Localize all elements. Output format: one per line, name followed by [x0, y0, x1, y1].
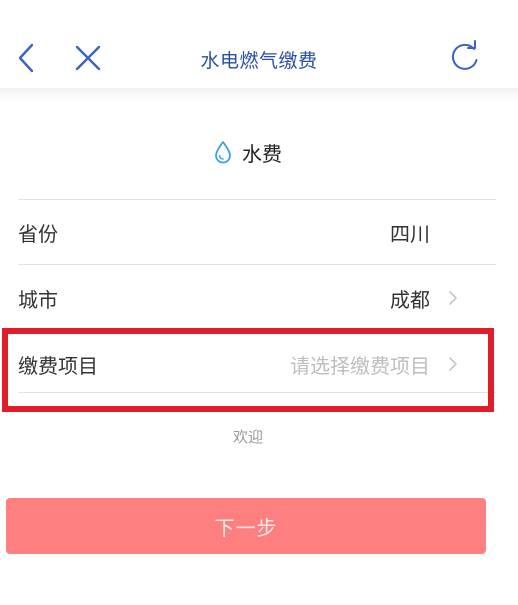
province-label: 省份	[18, 221, 58, 246]
next-button[interactable]: 下一步	[6, 498, 486, 554]
divider	[18, 264, 496, 265]
province-value: 四川	[390, 221, 430, 246]
screen: 水电燃气缴费 水费 省份 四川 城市 成都 缴费项目 请选择缴费项目 欢迎 下一…	[0, 0, 518, 605]
city-value: 成都	[390, 287, 430, 312]
nav-bar: 水电燃气缴费	[0, 0, 518, 92]
bill-form: 水费 省份 四川 城市 成都 缴费项目 请选择缴费项目 欢迎 下一步	[0, 102, 496, 605]
chevron-right-icon	[449, 291, 457, 305]
nav-shadow	[0, 88, 518, 102]
page-title: 水电燃气缴费	[200, 50, 318, 72]
city-row[interactable]: 城市 成都	[0, 266, 496, 330]
bill-type-label: 水费	[242, 141, 282, 166]
water-drop-icon	[215, 141, 231, 164]
welcome-text: 欢迎	[232, 428, 263, 446]
refresh-icon[interactable]	[448, 40, 482, 74]
province-row: 省份 四川	[0, 200, 496, 264]
highlight-box	[2, 328, 494, 412]
city-label: 城市	[18, 287, 58, 312]
bill-type-header: 水费	[0, 136, 496, 168]
